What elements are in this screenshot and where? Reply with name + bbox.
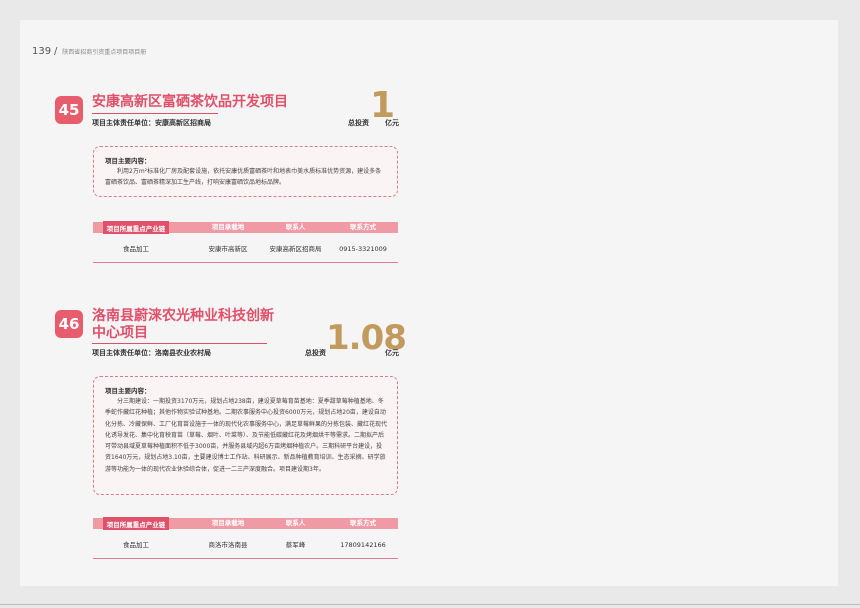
- viewer-bottom-edge: [0, 604, 860, 605]
- investment-unit: 亿元: [385, 349, 399, 357]
- content-text: 分三期建设：一期投资3170万元，规划占地238亩，建设夏草莓育苗基地：夏季甜草…: [105, 398, 388, 473]
- cell-phone: 0915-3321009: [339, 245, 387, 253]
- responsible-value: 洛南县农业农村局: [155, 349, 211, 357]
- table-header-contact: 联系人: [285, 519, 306, 527]
- project-title-line1: 洛南县蔚涞农光种业科技创新: [92, 308, 274, 324]
- responsible-label: 项目主体责任单位：: [92, 119, 155, 127]
- table-row: 食品加工 安康市高新区 安康高新区招商局 0915-3321009: [93, 239, 398, 259]
- content-heading: 项目主要内容：: [105, 387, 151, 395]
- table-header: 项目所属重点产业链 项目承载地 联系人 联系方式: [93, 517, 398, 530]
- content-heading: 项目主要内容：: [105, 157, 151, 165]
- header-separator: /: [53, 46, 58, 57]
- cell-industry: 食品加工: [123, 541, 149, 549]
- table-header-phone: 联系方式: [350, 519, 376, 527]
- cell-contact: 安康高新区招商局: [269, 245, 322, 253]
- table-header-phone: 联系方式: [350, 223, 376, 231]
- title-rule: [92, 113, 218, 114]
- responsible-unit: 项目主体责任单位：安康高新区招商局: [92, 118, 211, 128]
- table-header: 项目所属重点产业链 项目承载地 联系人 联系方式: [93, 221, 398, 234]
- content-text: 利用2万m²标准化厂房及配套设施，依托安康优质富硒茶叶和地表巾美水质标准优势资源…: [105, 168, 382, 187]
- title-rule: [92, 343, 267, 344]
- project-title-line2: 中心项目: [92, 325, 148, 341]
- header-subtitle: 陕西省招商引资重点项目项目册: [62, 49, 147, 56]
- table-header-location: 项目承载地: [211, 223, 245, 231]
- table-header-industry: 项目所属重点产业链: [103, 221, 169, 234]
- table-bottom-rule: [93, 558, 398, 559]
- project-content-box: 项目主要内容： 利用2万m²标准化厂房及配套设施，依托安康优质富硒茶叶和地表巾美…: [93, 146, 398, 197]
- investment-label: 总投资: [348, 119, 369, 127]
- table-header-contact: 联系人: [285, 223, 306, 231]
- responsible-unit: 项目主体责任单位：洛南县农业农村局: [92, 348, 211, 358]
- project-title: 洛南县蔚涞农光种业科技创新 中心项目: [92, 308, 274, 342]
- page-header: 139 / 陕西省招商引资重点项目项目册: [32, 46, 146, 57]
- table-header-location: 项目承载地: [211, 519, 245, 527]
- table-bottom-rule: [93, 262, 398, 263]
- responsible-label: 项目主体责任单位：: [92, 349, 155, 357]
- project-content-box: 项目主要内容： 分三期建设：一期投资3170万元，规划占地238亩，建设夏草莓育…: [93, 376, 398, 495]
- project-number-badge: 46: [55, 310, 83, 338]
- cell-contact: 蔡军峰: [285, 541, 306, 549]
- table-header-industry: 项目所属重点产业链: [103, 517, 169, 530]
- project-number-badge: 45: [55, 96, 83, 124]
- cell-location: 安康市高新区: [208, 245, 248, 253]
- table-row: 食品加工 商洛市洛南县 蔡军峰 17809142166: [93, 535, 398, 555]
- investment-unit: 亿元: [385, 119, 399, 127]
- cell-location: 商洛市洛南县: [208, 541, 248, 549]
- investment-label: 总投资: [305, 349, 326, 357]
- cell-industry: 食品加工: [123, 245, 149, 253]
- responsible-value: 安康高新区招商局: [155, 119, 211, 127]
- project-title: 安康高新区富硒茶饮品开发项目: [92, 94, 288, 110]
- page-number: 139: [32, 46, 52, 57]
- cell-phone: 17809142166: [340, 541, 386, 549]
